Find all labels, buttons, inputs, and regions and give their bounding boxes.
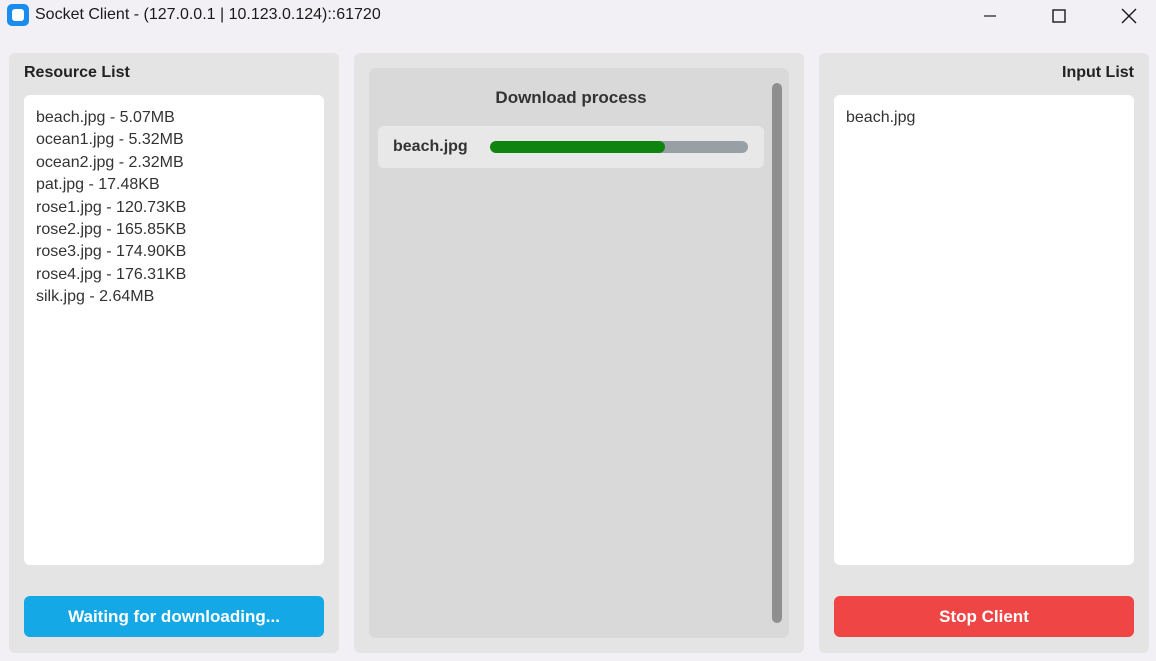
stop-client-button[interactable]: Stop Client [834, 596, 1134, 637]
minimize-icon [984, 15, 996, 17]
waiting-for-downloading-button[interactable]: Waiting for downloading... [24, 596, 324, 637]
maximize-icon [1052, 9, 1066, 23]
resource-item[interactable]: rose4.jpg - 176.31KB [36, 264, 324, 286]
resource-item[interactable]: rose1.jpg - 120.73KB [36, 197, 324, 219]
window-title: Socket Client - (127.0.0.1 | 10.123.0.12… [35, 6, 381, 23]
download-row: beach.jpg [378, 126, 764, 168]
resource-item[interactable]: rose2.jpg - 165.85KB [36, 219, 324, 241]
resource-item[interactable]: pat.jpg - 17.48KB [36, 174, 324, 196]
resource-item[interactable]: ocean2.jpg - 2.32MB [36, 152, 324, 174]
app-icon [7, 4, 29, 26]
title-bar: Socket Client - (127.0.0.1 | 10.123.0.12… [0, 0, 1156, 32]
resource-item[interactable]: silk.jpg - 2.64MB [36, 286, 324, 308]
maximize-button[interactable] [1036, 0, 1082, 32]
input-list-title: Input List [1062, 64, 1134, 81]
input-item[interactable]: beach.jpg [846, 107, 1134, 129]
resource-item[interactable]: ocean1.jpg - 5.32MB [36, 129, 324, 151]
close-icon [1121, 8, 1137, 24]
download-process-panel: Download process beach.jpg [354, 53, 804, 653]
resource-list-title: Resource List [24, 64, 130, 81]
resource-list-panel: Resource List beach.jpg - 5.07MB ocean1.… [9, 53, 339, 653]
download-scrollbar[interactable] [772, 83, 782, 623]
download-progress-bar [490, 141, 748, 153]
download-process-title: Download process [495, 88, 647, 107]
input-list-box[interactable]: beach.jpg [834, 95, 1134, 565]
close-button[interactable] [1106, 0, 1152, 32]
minimize-button[interactable] [967, 0, 1013, 32]
download-process-frame: Download process beach.jpg [369, 68, 789, 638]
resource-item[interactable]: beach.jpg - 5.07MB [36, 107, 324, 129]
download-file-name: beach.jpg [393, 138, 468, 155]
download-progress-fill [490, 141, 666, 153]
input-list-panel: Input List beach.jpg Stop Client [819, 53, 1149, 653]
resource-list-box[interactable]: beach.jpg - 5.07MB ocean1.jpg - 5.32MB o… [24, 95, 324, 565]
resource-item[interactable]: rose3.jpg - 174.90KB [36, 241, 324, 263]
